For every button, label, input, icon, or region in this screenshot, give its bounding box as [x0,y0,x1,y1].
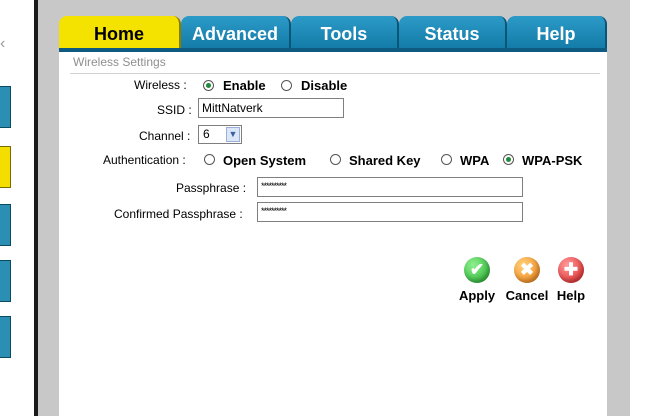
auth-wpa-psk-label: WPA-PSK [522,153,583,168]
channel-label: Channel : [139,129,191,143]
arrow-icon: ‹ [0,35,6,52]
section-title: Wireless Settings [73,55,166,69]
tab-bar: Home Advanced Tools Status Help [59,16,607,50]
tab-tools[interactable]: Tools [291,16,399,50]
ssid-input[interactable]: MittNatverk [198,98,344,118]
apply-label: Apply [458,288,496,303]
window-edge [630,0,655,416]
chevron-down-icon[interactable]: ▼ [226,127,240,142]
auth-wpa-label: WPA [460,153,490,168]
auth-shared-key-label: Shared Key [349,153,421,168]
wireless-enable-radio[interactable] [203,80,214,91]
divider [70,73,600,74]
tab-advanced[interactable]: Advanced [181,16,291,50]
confirmed-passphrase-input[interactable]: ********** [257,202,523,222]
wireless-label: Wireless : [134,78,187,92]
auth-shared-key-radio[interactable] [330,154,341,165]
tab-home[interactable]: Home [59,16,181,50]
cancel-button[interactable]: ✖ Cancel [503,257,551,303]
channel-value: 6 [203,127,210,141]
check-icon: ✔ [464,257,490,283]
wireless-disable-radio[interactable] [281,80,292,91]
left-nav-button[interactable] [0,204,11,246]
left-nav-button[interactable] [0,86,11,128]
passphrase-input[interactable]: ********** [257,177,523,197]
authentication-label: Authentication : [103,153,186,167]
help-button[interactable]: ✚ Help [553,257,589,303]
apply-button[interactable]: ✔ Apply [455,257,499,303]
tab-help[interactable]: Help [507,16,607,50]
plus-icon: ✚ [558,257,584,283]
left-nav: ‹ [0,0,38,416]
ssid-label: SSID : [157,103,192,117]
x-icon: ✖ [514,257,540,283]
auth-wpa-radio[interactable] [441,154,452,165]
auth-wpa-psk-radio[interactable] [503,154,514,165]
tab-status[interactable]: Status [399,16,507,50]
wireless-disable-label: Disable [301,78,348,93]
passphrase-label: Passphrase : [176,181,247,195]
cancel-label: Cancel [505,288,549,303]
auth-open-system-radio[interactable] [204,154,215,165]
auth-open-system-label: Open System [223,153,307,168]
confirmed-passphrase-label: Confirmed Passphrase : [114,207,243,221]
wireless-enable-label: Enable [223,78,266,93]
help-label: Help [556,288,586,303]
left-nav-button[interactable] [0,260,11,302]
left-nav-button-active[interactable] [0,146,11,188]
left-nav-button[interactable] [0,316,11,358]
channel-select[interactable]: 6 ▼ [198,125,242,144]
